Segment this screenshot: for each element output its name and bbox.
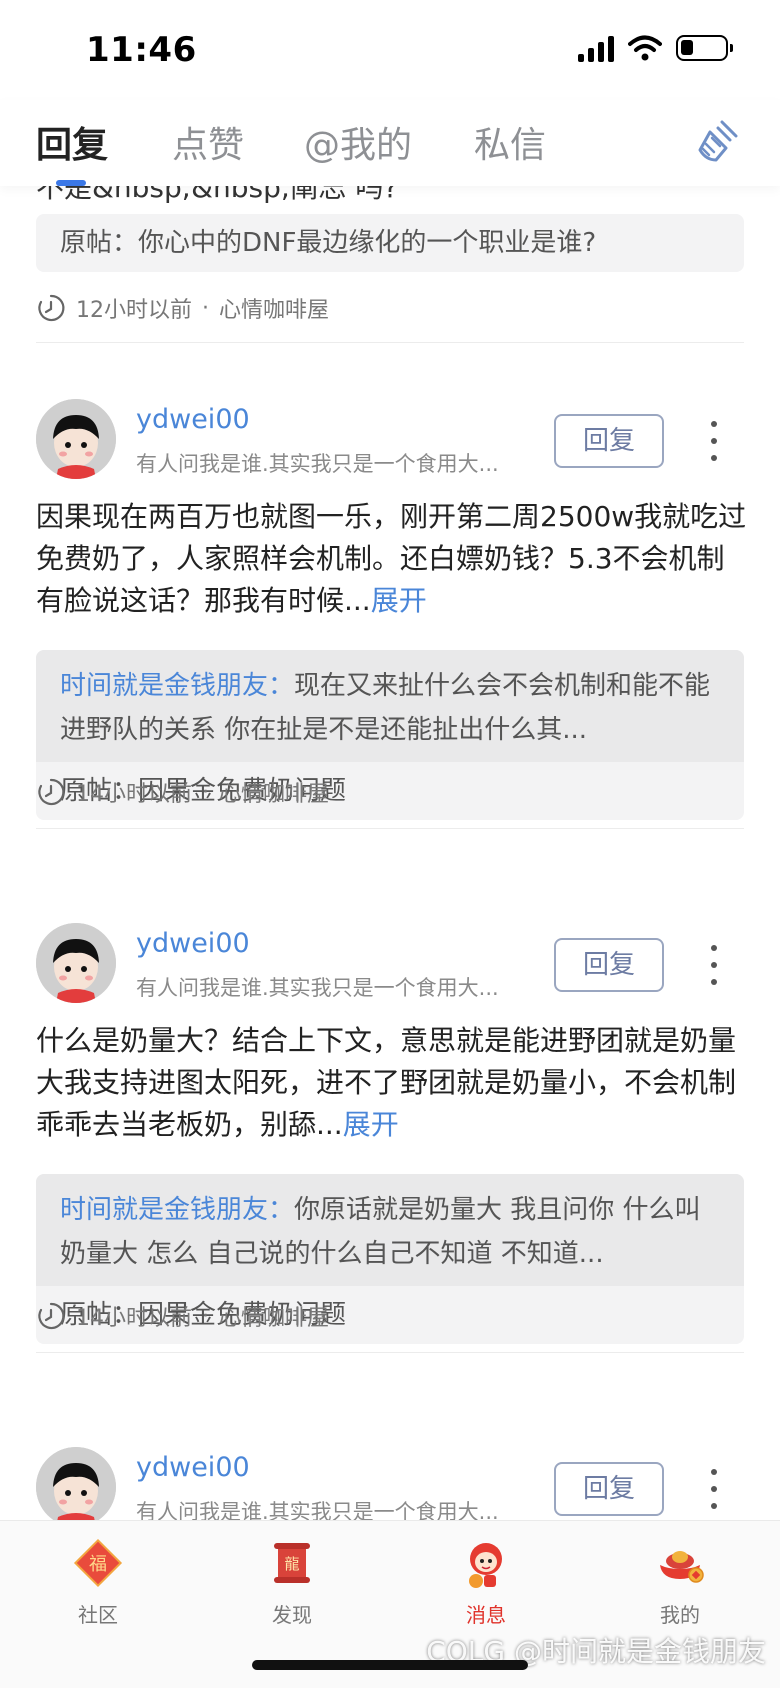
nav-messages[interactable]: 消息 bbox=[426, 1535, 546, 1628]
original-post-title: 原帖：你心中的DNF最边缘化的一个职业是谁? bbox=[60, 228, 597, 258]
nav-label: 社区 bbox=[78, 1603, 118, 1627]
avatar-image bbox=[36, 399, 116, 479]
meta-separator: · bbox=[202, 295, 209, 321]
divider bbox=[36, 1352, 744, 1353]
nav-discover[interactable]: 龍 发现 bbox=[232, 1535, 352, 1628]
tab-mentions[interactable]: @我的 bbox=[304, 116, 412, 168]
quoted-reply: 时间就是金钱朋友：你原话就是奶量大 我且问你 什么叫奶量大 怎么 自己说的什么自… bbox=[36, 1174, 744, 1286]
tab-private-messages[interactable]: 私信 bbox=[474, 116, 546, 168]
meta-separator: · bbox=[202, 1303, 209, 1329]
reply-time: 12小时以前 bbox=[76, 298, 192, 323]
page: 11:46 回复 点赞 @我的 私信 不是&nbsp;&nbsp;阐忘 吗? 原… bbox=[0, 0, 780, 1688]
cut-off-reply-text: 不是&nbsp;&nbsp;阐忘 吗? bbox=[36, 186, 399, 204]
user-signature: 有人问我是谁.其实我只是一个食用大... bbox=[136, 452, 499, 476]
wifi-icon bbox=[628, 35, 662, 61]
nav-community[interactable]: 福 社区 bbox=[38, 1535, 158, 1628]
mascot-message-icon bbox=[469, 1543, 502, 1588]
avatar-image bbox=[36, 923, 116, 1003]
avatar[interactable] bbox=[36, 923, 116, 1003]
more-options-icon[interactable] bbox=[706, 1469, 722, 1509]
message-tabs: 回复 点赞 @我的 私信 bbox=[0, 100, 780, 186]
avatar-image bbox=[36, 1447, 116, 1520]
clock-icon bbox=[38, 778, 65, 806]
status-bar: 11:46 bbox=[0, 0, 780, 100]
reply-button[interactable]: 回复 bbox=[554, 1462, 664, 1516]
quoted-reply: 时间就是金钱朋友：现在又来扯什么会不会机制和能不能进野队的关系 你在扯是不是还能… bbox=[36, 650, 744, 762]
gold-ingot-icon bbox=[660, 1551, 704, 1583]
reply-meta: 12小时以前 · 心情咖啡屋 bbox=[36, 292, 329, 324]
username[interactable]: ydwei00 bbox=[136, 404, 250, 435]
reply-time: 14小时以前 bbox=[76, 1306, 192, 1331]
divider bbox=[36, 828, 744, 829]
expand-link[interactable]: 展开 bbox=[371, 584, 427, 617]
reply-board[interactable]: 心情咖啡屋 bbox=[219, 776, 329, 808]
username[interactable]: ydwei00 bbox=[136, 1452, 250, 1483]
avatar[interactable] bbox=[36, 399, 116, 479]
reply-body[interactable]: 什么是奶量大？结合上下文，意思就是能进野团就是奶量大我支持进图太阳死，进不了野团… bbox=[36, 1020, 748, 1146]
reply-board[interactable]: 心情咖啡屋 bbox=[219, 292, 329, 324]
home-indicator[interactable] bbox=[252, 1660, 528, 1670]
nav-label: 发现 bbox=[272, 1603, 312, 1627]
tab-likes[interactable]: 点赞 bbox=[172, 116, 244, 168]
reply-body[interactable]: 因果现在两百万也就图一乐，刚开第二周2500w我就吃过免费奶了，人家照样会机制。… bbox=[36, 496, 748, 622]
reply-board[interactable]: 心情咖啡屋 bbox=[219, 1300, 329, 1332]
cellular-signal-icon bbox=[578, 34, 614, 62]
user-signature: 有人问我是谁.其实我只是一个食用大... bbox=[136, 976, 499, 1000]
reply-time: 14小时以前 bbox=[76, 782, 192, 807]
divider bbox=[36, 342, 744, 343]
battery-icon bbox=[676, 35, 733, 61]
status-time: 11:46 bbox=[86, 30, 197, 70]
expand-link[interactable]: 展开 bbox=[343, 1108, 399, 1141]
svg-text:福: 福 bbox=[89, 1554, 107, 1575]
tab-replies[interactable]: 回复 bbox=[36, 116, 108, 168]
more-options-icon[interactable] bbox=[706, 421, 722, 461]
reply-meta: 14小时以前 · 心情咖啡屋 bbox=[36, 776, 329, 808]
quoted-user[interactable]: 时间就是金钱朋友： bbox=[60, 1195, 294, 1225]
broom-clear-icon[interactable] bbox=[692, 116, 742, 166]
clock-icon bbox=[38, 1302, 65, 1330]
reply-list: 不是&nbsp;&nbsp;阐忘 吗? 原帖：你心中的DNF最边缘化的一个职业是… bbox=[0, 186, 780, 1520]
reply-button[interactable]: 回复 bbox=[554, 414, 664, 468]
username[interactable]: ydwei00 bbox=[136, 928, 250, 959]
dragon-scroll-icon: 龍 bbox=[274, 1543, 310, 1583]
avatar[interactable] bbox=[36, 1447, 116, 1520]
nav-label: 消息 bbox=[466, 1603, 506, 1627]
original-post-box[interactable]: 原帖：你心中的DNF最边缘化的一个职业是谁? bbox=[36, 214, 744, 272]
user-signature: 有人问我是谁.其实我只是一个食用大... bbox=[136, 1500, 499, 1520]
svg-text:龍: 龍 bbox=[284, 1555, 299, 1573]
active-tab-indicator bbox=[56, 180, 86, 186]
nav-me[interactable]: 我的 bbox=[620, 1535, 740, 1628]
reply-button[interactable]: 回复 bbox=[554, 938, 664, 992]
clock-icon bbox=[38, 294, 65, 322]
nav-label: 我的 bbox=[660, 1603, 700, 1627]
more-options-icon[interactable] bbox=[706, 945, 722, 985]
reply-meta: 14小时以前 · 心情咖啡屋 bbox=[36, 1300, 329, 1332]
status-icons bbox=[578, 34, 733, 62]
quoted-user[interactable]: 时间就是金钱朋友： bbox=[60, 671, 294, 701]
meta-separator: · bbox=[202, 779, 209, 805]
fu-diamond-icon: 福 bbox=[73, 1538, 123, 1588]
